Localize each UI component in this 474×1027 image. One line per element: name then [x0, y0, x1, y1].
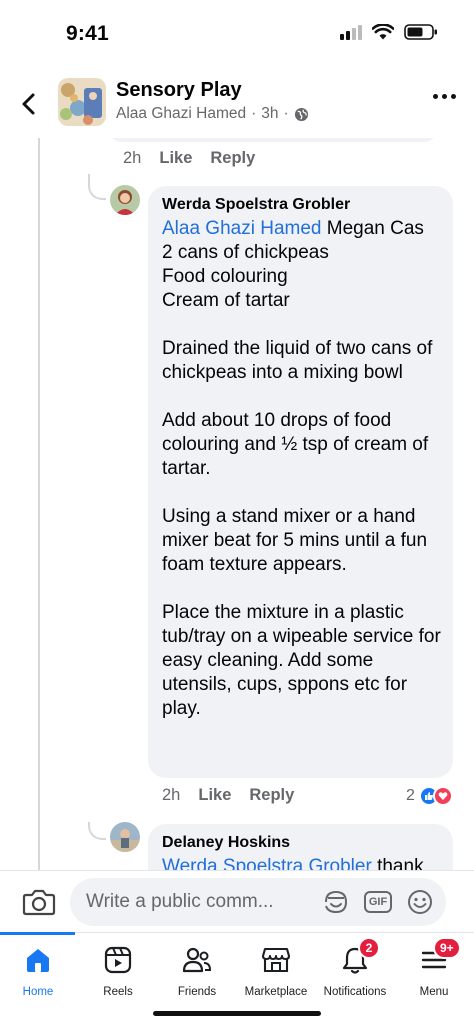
nav-home[interactable]: Home — [0, 941, 82, 1003]
reels-icon — [104, 946, 132, 974]
post-time[interactable]: 3h — [261, 105, 278, 123]
status-bar: 9:41 — [0, 0, 474, 70]
parent-comment-actions: 2h Like Reply — [123, 149, 255, 168]
nav-label: Marketplace — [244, 986, 308, 998]
nav-reels[interactable]: Reels — [74, 941, 162, 1003]
group-avatar[interactable] — [58, 78, 106, 126]
like-button[interactable]: Like — [198, 786, 231, 805]
nav-label: Friends — [177, 986, 217, 998]
mention-link[interactable]: Werda Spoelstra Grobler — [162, 856, 372, 870]
emoji-icon[interactable] — [406, 888, 434, 916]
globe-icon — [294, 107, 308, 121]
bottom-navigation: Home Reels Friends Marketplace 2 Notific… — [0, 932, 474, 1027]
comment-time[interactable]: 2h — [162, 786, 180, 805]
post-meta: Alaa Ghazi Hamed · 3h · — [116, 105, 309, 123]
commenter-avatar[interactable] — [110, 822, 140, 852]
more-dot — [442, 94, 447, 99]
reaction-summary[interactable]: 2 — [406, 786, 453, 806]
friends-icon — [182, 947, 212, 973]
active-tab-indicator — [0, 932, 75, 935]
comment-actions: 2h Like Reply — [162, 786, 294, 805]
signal-icon — [340, 24, 362, 40]
nav-marketplace[interactable]: Marketplace — [232, 941, 320, 1003]
status-icons — [340, 24, 438, 40]
nav-label: Reels — [103, 986, 133, 998]
reaction-count: 2 — [406, 787, 415, 804]
chevron-left-icon — [22, 93, 35, 115]
reply-connector-curve — [88, 182, 106, 200]
group-name[interactable]: Sensory Play — [116, 79, 242, 102]
comment-composer: Write a public comm... GIF — [0, 870, 474, 932]
comment-bubble: Delaney Hoskins Werda Spoelstra Grobler … — [148, 824, 453, 870]
comment-time[interactable]: 2h — [123, 149, 141, 168]
mention-link[interactable]: Alaa Ghazi Hamed — [162, 218, 321, 239]
menu-badge: 9+ — [433, 937, 461, 959]
reply-button[interactable]: Reply — [210, 149, 255, 168]
more-options-button[interactable] — [433, 94, 456, 99]
comment-author[interactable]: Werda Spoelstra Grobler — [162, 196, 350, 214]
camera-icon — [22, 889, 56, 916]
like-button[interactable]: Like — [159, 149, 192, 168]
camera-button[interactable] — [22, 887, 56, 917]
nav-menu[interactable]: 9+ Menu — [390, 937, 474, 1003]
meta-separator: · — [283, 105, 289, 122]
previous-comment-bubble — [110, 138, 436, 142]
comment-author[interactable]: Delaney Hoskins — [162, 834, 290, 852]
comment-thread: 2h Like Reply Werda Spoelstra Grobler Al… — [0, 138, 474, 870]
commenter-avatar[interactable] — [110, 185, 140, 215]
marketplace-icon — [261, 947, 291, 973]
battery-icon — [404, 24, 437, 40]
more-dot — [433, 94, 438, 99]
reply-connector-curve — [88, 822, 106, 840]
reply-button[interactable]: Reply — [249, 786, 294, 805]
post-author[interactable]: Alaa Ghazi Hamed — [116, 105, 246, 123]
post-header: Sensory Play Alaa Ghazi Hamed · 3h · — [0, 70, 474, 138]
nav-label: Notifications — [323, 986, 387, 998]
notification-badge: 2 — [358, 937, 380, 959]
love-reaction-icon — [432, 786, 453, 806]
comment-body-text: 2 cans of chickpeas Food colouring Cream… — [162, 242, 441, 719]
nav-friends[interactable]: Friends — [153, 941, 241, 1003]
comment-bubble: Werda Spoelstra Grobler Alaa Ghazi Hamed… — [148, 186, 453, 778]
comment-body-text: thank — [371, 856, 424, 870]
thread-line — [38, 138, 40, 870]
comment-input[interactable]: Write a public comm... GIF — [70, 878, 446, 926]
wifi-icon — [372, 24, 394, 40]
avatar-sticker-icon[interactable] — [322, 888, 350, 916]
nav-label: Menu — [419, 986, 449, 998]
nav-notifications[interactable]: 2 Notifications — [311, 937, 399, 1003]
status-time: 9:41 — [66, 22, 109, 45]
mention-text[interactable]: Megan Cas — [321, 218, 424, 239]
home-icon — [27, 949, 49, 972]
more-dot — [451, 94, 456, 99]
nav-label: Home — [22, 986, 54, 998]
comment-input-placeholder: Write a public comm... — [86, 891, 274, 912]
comment-text: Alaa Ghazi Hamed Megan Cas 2 cans of chi… — [162, 217, 447, 721]
gif-button[interactable]: GIF — [364, 891, 392, 913]
meta-separator: · — [251, 105, 257, 122]
back-button[interactable] — [14, 88, 44, 120]
home-indicator[interactable] — [153, 1011, 321, 1016]
comment-text: Werda Spoelstra Grobler thank — [162, 855, 452, 870]
